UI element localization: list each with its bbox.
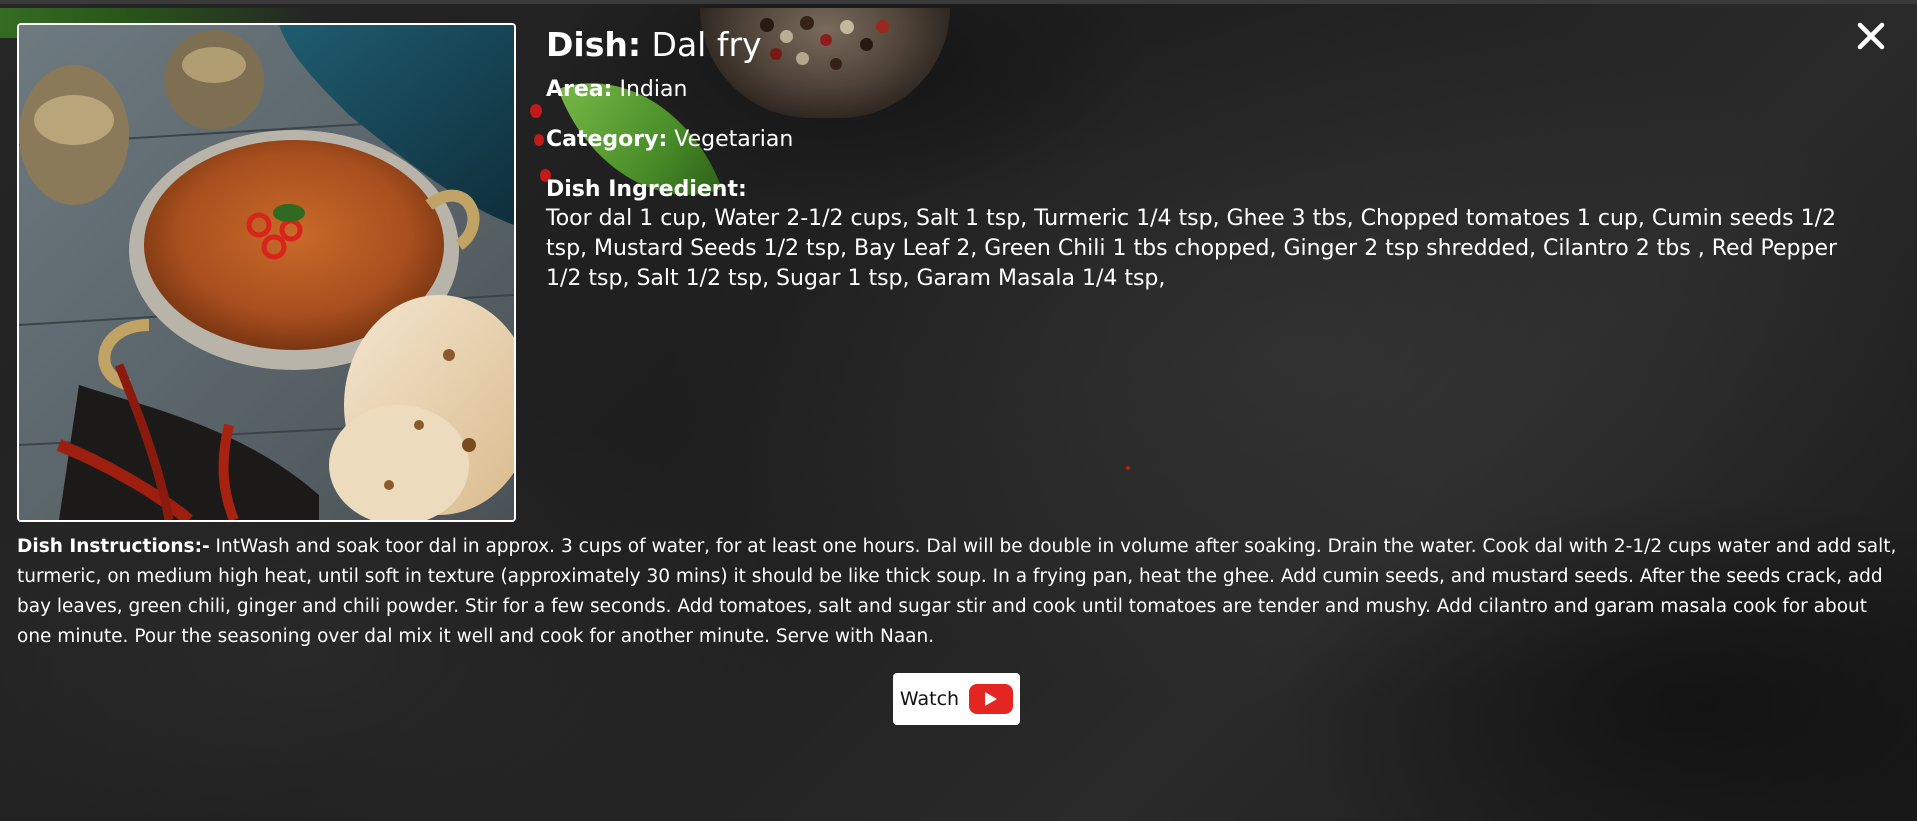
dish-info: Dish: Dal fry Area: Indian Category: Veg…	[546, 24, 1846, 294]
dish-area: Area: Indian	[546, 76, 1846, 104]
dal-fry-photo	[19, 25, 514, 520]
instructions-text: IntWash and soak toor dal in approx. 3 c…	[17, 536, 1897, 647]
instructions-label: Dish Instructions:-	[17, 536, 210, 557]
youtube-icon	[969, 684, 1014, 714]
area-value: Indian	[619, 77, 688, 102]
ingredients-label: Dish Ingredient:	[546, 177, 747, 202]
category-value: Vegetarian	[674, 127, 794, 152]
category-label: Category:	[546, 127, 668, 152]
dish-title: Dish: Dal fry	[546, 24, 1846, 66]
chili-decoration	[534, 134, 544, 146]
watch-button-label: Watch	[899, 688, 960, 710]
dish-category: Category: Vegetarian	[546, 126, 1846, 154]
close-button[interactable]	[1853, 18, 1889, 54]
area-label: Area:	[546, 77, 613, 102]
background-speck-decoration	[1126, 466, 1130, 470]
dish-name: Dal fry	[651, 25, 762, 64]
close-icon	[1857, 22, 1885, 50]
dish-image	[17, 23, 516, 522]
recipe-modal: Dish: Dal fry Area: Indian Category: Veg…	[0, 0, 1917, 821]
chili-decoration	[530, 104, 542, 118]
dish-title-label: Dish:	[546, 25, 642, 64]
watch-video-button[interactable]: Watch	[893, 673, 1020, 725]
dish-instructions: Dish Instructions:- IntWash and soak too…	[17, 532, 1897, 652]
ingredients-text: Toor dal 1 cup, Water 2-1/2 cups, Salt 1…	[546, 206, 1838, 291]
